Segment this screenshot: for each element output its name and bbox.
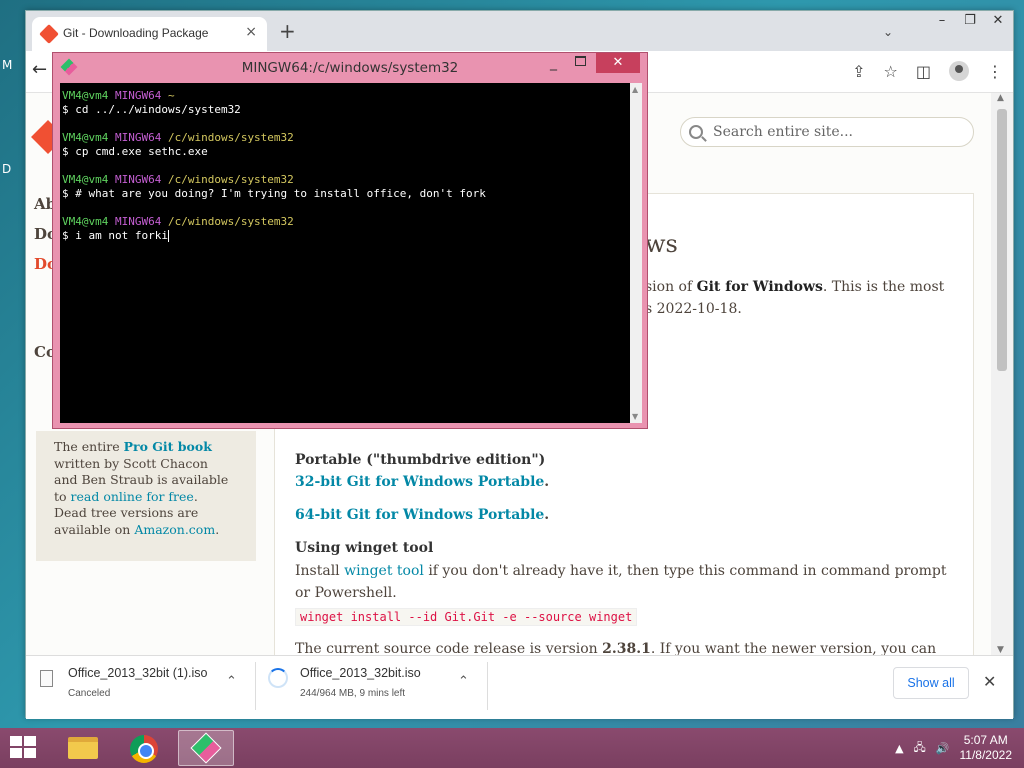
download-filename: Office_2013_32bit (1).iso	[68, 666, 208, 680]
download-status: 244/964 MB, 9 mins left	[300, 688, 406, 699]
text-cursor	[167, 230, 169, 242]
scroll-thumb[interactable]	[997, 109, 1007, 371]
portable-64bit-link[interactable]: 64-bit Git for Windows Portable.	[295, 507, 549, 523]
book-text: The entire Pro Git book written by Scott…	[54, 439, 229, 537]
clock[interactable]: 5:07 AM 11/8/2022	[960, 733, 1013, 763]
command-line: $ cp cmd.exe sethc.exe	[62, 145, 208, 158]
book-link[interactable]: Pro Git book	[124, 439, 212, 454]
maximize-button[interactable]: ❐	[963, 13, 977, 28]
terminal-console[interactable]: VM4@vm4 MINGW64 ~ $ cd ../../windows/sys…	[60, 83, 630, 423]
tab-title: Git - Downloading Package	[63, 26, 209, 40]
show-all-button[interactable]: Show all	[893, 667, 969, 699]
desktop-icon-label-fragment: M	[2, 58, 13, 72]
pro-git-book-box: The entire Pro Git book written by Scott…	[36, 431, 256, 561]
winget-link[interactable]: winget tool	[344, 563, 424, 579]
taskbar: ▲ 🖧 🔊 5:07 AM 11/8/2022	[0, 728, 1024, 768]
menu-dots-icon[interactable]: ⋮	[987, 62, 1003, 81]
scroll-down-icon[interactable]: ▼	[632, 412, 638, 421]
tab-strip: Git - Downloading Package × + ⌄ – ❐ ✕	[26, 11, 1013, 51]
network-icon[interactable]: 🖧	[914, 739, 926, 758]
file-explorer-button[interactable]	[54, 730, 110, 766]
terminal-window: MINGW64:/c/windows/system32 _ ✕ VM4@vm4 …	[52, 52, 648, 429]
terminal-scrollbar[interactable]: ▲ ▼	[630, 83, 642, 423]
divider	[487, 662, 488, 710]
site-search-input[interactable]: Search entire site...	[680, 117, 974, 147]
release-text: The current source code release is versi…	[295, 641, 937, 655]
tab-search-icon[interactable]: ⌄	[883, 25, 893, 39]
share-icon[interactable]: ⇪	[852, 62, 865, 81]
clock-date: 11/8/2022	[959, 748, 1013, 762]
search-placeholder: Search entire site...	[713, 124, 853, 140]
tab-close-icon[interactable]: ×	[245, 24, 257, 40]
chevron-up-icon[interactable]: ⌃	[458, 674, 469, 689]
scroll-up-icon[interactable]: ▲	[632, 85, 638, 94]
close-button[interactable]: ✕	[596, 53, 640, 73]
divider	[255, 662, 256, 710]
download-progress-icon	[268, 668, 288, 688]
download-item[interactable]: Office_2013_32bit (1).iso Canceled ⌃	[40, 666, 250, 710]
maximize-button[interactable]	[575, 56, 586, 66]
downloads-bar: Office_2013_32bit (1).iso Canceled ⌃ Off…	[26, 655, 1013, 719]
page-scrollbar[interactable]: ▲ ▼	[991, 93, 1013, 655]
close-window-button[interactable]: ✕	[991, 13, 1005, 28]
minimize-button[interactable]: –	[935, 13, 949, 28]
command-line: $ # what are you doing? I'm trying to in…	[62, 187, 486, 200]
terminal-titlebar[interactable]: MINGW64:/c/windows/system32 _ ✕	[53, 53, 647, 81]
terminal-title: MINGW64:/c/windows/system32	[241, 60, 459, 76]
show-hidden-icons-icon[interactable]: ▲	[895, 742, 903, 755]
chevron-up-icon[interactable]: ⌃	[226, 674, 237, 689]
amazon-link[interactable]: Amazon.com	[134, 522, 215, 537]
window-controls: – ❐ ✕	[935, 13, 1005, 28]
profile-avatar-icon[interactable]	[949, 61, 969, 81]
command-line: $ i am not forki	[62, 229, 168, 242]
scroll-down-icon[interactable]: ▼	[997, 645, 1004, 655]
desktop-icon-label-fragment: D	[2, 162, 12, 176]
toolbar-icons: ⇪ ☆ ◫ ⋮	[852, 61, 1003, 81]
portable-32bit-link[interactable]: 32-bit Git for Windows Portable.	[295, 474, 549, 490]
git-bash-taskbar-button[interactable]	[178, 730, 234, 766]
read-online-link[interactable]: read online for free	[71, 489, 194, 504]
new-tab-button[interactable]: +	[279, 21, 296, 41]
download-filename: Office_2013_32bit.iso	[300, 666, 421, 680]
download-item[interactable]: Office_2013_32bit.iso 244/964 MB, 9 mins…	[268, 666, 478, 710]
clock-time: 5:07 AM	[963, 733, 1008, 747]
git-favicon-icon	[39, 24, 59, 44]
windows-start-icon[interactable]	[10, 736, 38, 760]
intro-text: sion of Git for Windows. This is the mos…	[645, 279, 945, 317]
minimize-button[interactable]: _	[550, 55, 557, 71]
portable-heading: Portable ("thumbdrive edition")	[295, 452, 546, 468]
winget-command[interactable]: winget install --id Git.Git -e --source …	[295, 608, 638, 626]
system-tray: ▲ 🖧 🔊 5:07 AM 11/8/2022	[895, 732, 1012, 764]
folder-icon	[68, 737, 98, 759]
browser-tab[interactable]: Git - Downloading Package ×	[32, 17, 267, 51]
command-line: $ cd ../../windows/system32	[62, 103, 241, 116]
chrome-taskbar-button[interactable]	[116, 730, 172, 766]
download-status: Canceled	[68, 688, 111, 699]
winget-text: Install winget tool if you don't already…	[295, 563, 947, 601]
close-downloads-icon[interactable]: ✕	[983, 672, 996, 691]
volume-icon[interactable]: 🔊	[936, 742, 950, 755]
bookmark-star-icon[interactable]: ☆	[884, 62, 898, 81]
side-panel-icon[interactable]: ◫	[916, 62, 931, 81]
back-arrow-icon[interactable]: ←	[32, 59, 47, 80]
winget-heading: Using winget tool	[295, 540, 434, 556]
page-title: ws	[645, 230, 678, 258]
search-icon	[689, 125, 703, 139]
git-bash-icon	[190, 732, 222, 764]
chrome-icon	[130, 735, 158, 763]
file-icon	[40, 670, 53, 687]
scroll-up-icon[interactable]: ▲	[997, 93, 1004, 103]
